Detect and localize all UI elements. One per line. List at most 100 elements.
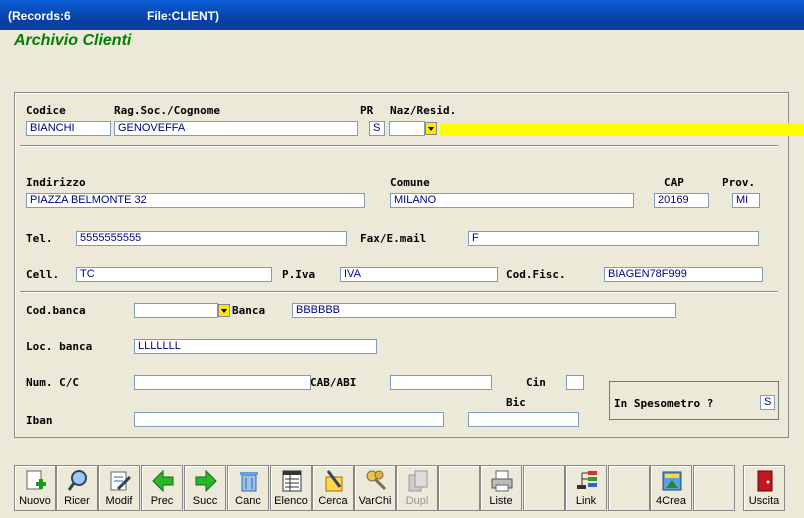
- empty-button[interactable]: [608, 465, 650, 511]
- ricer-button[interactable]: Ricer: [56, 465, 98, 511]
- canc-label: Canc: [235, 495, 261, 507]
- cap-field[interactable]: 20169: [654, 193, 709, 208]
- codbanca-label: Cod.banca: [26, 304, 86, 317]
- ragsoc-label: Rag.Soc./Cognome: [114, 104, 220, 117]
- spesometro-field[interactable]: S: [760, 395, 775, 410]
- new-record-icon: [26, 470, 46, 490]
- prov-label: Prov.: [722, 176, 756, 189]
- empty-button[interactable]: [438, 465, 480, 511]
- iban-label: Iban: [26, 414, 53, 427]
- cell-field[interactable]: TC: [76, 267, 272, 282]
- cap-label: CAP: [664, 176, 684, 189]
- file-name: File:CLIENT): [147, 9, 219, 23]
- cerca-button[interactable]: Cerca: [312, 465, 354, 511]
- ragsoc-field[interactable]: GENOVEFFA: [114, 121, 358, 136]
- codbanca-field[interactable]: [134, 303, 218, 318]
- title-bar: (Records:6 File:CLIENT): [0, 0, 804, 30]
- banca-field[interactable]: BBBBBB: [292, 303, 676, 318]
- varchi-label: VarChi: [358, 495, 392, 507]
- banca-label: Banca: [232, 304, 266, 317]
- tel-label: Tel.: [26, 232, 53, 245]
- records-count: (Records:6: [8, 9, 71, 23]
- naz-description-bar: [440, 123, 804, 136]
- prec-button[interactable]: Prec: [141, 465, 183, 511]
- keys-icon: [366, 470, 387, 491]
- iban-field[interactable]: [134, 412, 444, 427]
- pr-field[interactable]: S: [369, 121, 385, 136]
- prec-label: Prec: [150, 495, 174, 507]
- fax-label: Fax/E.mail: [360, 232, 427, 245]
- prov-field[interactable]: MI: [732, 193, 760, 208]
- locbanca-field[interactable]: LLLLLLL: [134, 339, 377, 354]
- comune-field[interactable]: MILANO: [390, 193, 634, 208]
- ricer-label: Ricer: [64, 495, 90, 507]
- search-icon: [67, 470, 87, 491]
- succ-button[interactable]: Succ: [184, 465, 226, 511]
- numcc-field[interactable]: [134, 375, 311, 390]
- varchi-button[interactable]: VarChi: [354, 465, 396, 511]
- create-icon: [662, 471, 682, 491]
- cell-label: Cell.: [26, 268, 60, 281]
- indirizzo-field[interactable]: PIAZZA BELMONTE 32: [26, 193, 365, 208]
- pr-label: PR: [360, 104, 374, 117]
- naz-field[interactable]: [389, 121, 425, 136]
- nuovo-label: Nuovo: [19, 495, 51, 507]
- empty-button[interactable]: [523, 465, 565, 511]
- numcc-label: Num. C/C: [26, 376, 79, 389]
- find-icon: [325, 470, 343, 492]
- link-tree-icon: [577, 471, 597, 489]
- modif-label: Modif: [105, 495, 133, 507]
- dupl-label: Dupl: [405, 495, 429, 507]
- naz-label: Naz/Resid.: [390, 104, 457, 117]
- liste-button[interactable]: Liste: [480, 465, 522, 511]
- link-label: Link: [575, 495, 597, 507]
- page-title: Archivio Clienti: [14, 32, 132, 49]
- cin-field[interactable]: [566, 375, 584, 390]
- codfisc-field[interactable]: BIAGEN78F999: [604, 267, 763, 282]
- divider: [20, 291, 778, 293]
- nuovo-button[interactable]: Nuovo: [14, 465, 56, 511]
- succ-label: Succ: [192, 495, 218, 507]
- printer-icon: [491, 470, 513, 492]
- modif-button[interactable]: Modif: [98, 465, 140, 511]
- liste-label: Liste: [489, 495, 513, 507]
- bic-label: Bic: [506, 396, 526, 409]
- codice-label: Codice: [26, 104, 66, 117]
- naz-dropdown-button[interactable]: [425, 122, 437, 135]
- canc-button[interactable]: Canc: [227, 465, 269, 511]
- piva-field[interactable]: IVA: [340, 267, 498, 282]
- arrow-left-icon: [152, 469, 174, 493]
- arrow-right-icon: [195, 469, 217, 493]
- tel-field[interactable]: 5555555555: [76, 231, 347, 246]
- trash-icon: [240, 472, 258, 492]
- divider: [20, 145, 778, 147]
- 4crea-label: 4Crea: [656, 495, 686, 507]
- exit-door-icon: [757, 470, 773, 492]
- cababi-field[interactable]: [390, 375, 492, 390]
- spesometro-label: In Spesometro ?: [614, 397, 714, 410]
- piva-label: P.Iva: [282, 268, 316, 281]
- cin-label: Cin: [526, 376, 546, 389]
- elenco-label: Elenco: [274, 495, 308, 507]
- link-button[interactable]: Link: [565, 465, 607, 511]
- duplicate-icon: [408, 470, 428, 492]
- 4crea-button[interactable]: 4Crea: [650, 465, 692, 511]
- codice-field[interactable]: BIANCHI: [26, 121, 111, 136]
- comune-label: Comune: [390, 176, 430, 189]
- list-icon: [282, 470, 302, 492]
- dupl-button[interactable]: Dupl: [396, 465, 438, 511]
- bic-field[interactable]: [468, 412, 579, 427]
- empty-button[interactable]: [693, 465, 735, 511]
- codbanca-dropdown-button[interactable]: [218, 304, 230, 317]
- uscita-button[interactable]: Uscita: [743, 465, 785, 511]
- codfisc-label: Cod.Fisc.: [506, 268, 566, 281]
- elenco-button[interactable]: Elenco: [270, 465, 312, 511]
- cerca-label: Cerca: [318, 495, 348, 507]
- edit-icon: [110, 471, 132, 491]
- uscita-label: Uscita: [748, 495, 780, 507]
- toolbar: Nuovo Ricer Modif Prec Succ Canc Elenco …: [10, 465, 796, 513]
- indirizzo-label: Indirizzo: [26, 176, 86, 189]
- fax-field[interactable]: F: [468, 231, 759, 246]
- locbanca-label: Loc. banca: [26, 340, 93, 353]
- cababi-label: CAB/ABI: [310, 376, 357, 389]
